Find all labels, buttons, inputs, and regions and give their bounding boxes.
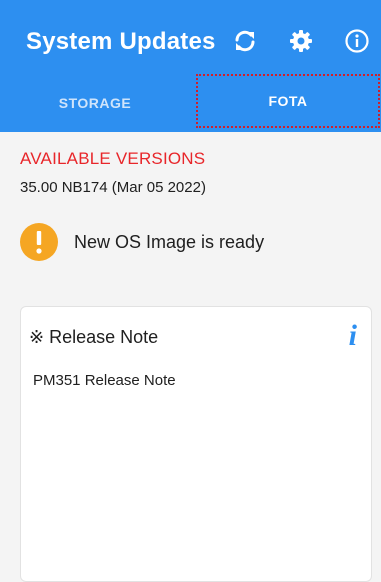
gear-icon [288, 28, 314, 59]
about-button[interactable] [340, 26, 374, 60]
tab-fota[interactable]: FOTA [196, 74, 380, 128]
refresh-button[interactable] [228, 26, 262, 60]
refresh-icon [232, 28, 258, 59]
tab-bar: STORAGE FOTA [0, 74, 381, 132]
notice-text: New OS Image is ready [74, 232, 265, 252]
info-circle-icon [344, 28, 370, 59]
settings-button[interactable] [284, 26, 318, 60]
section-heading: AVAILABLE VERSIONS [20, 149, 206, 168]
page-title: System Updates [26, 28, 216, 55]
tab-storage[interactable]: STORAGE [0, 74, 190, 132]
info-italic-icon[interactable]: i [349, 321, 357, 351]
app-bar: System Updates STORAGE FOTA [0, 0, 381, 132]
exclamation-icon [20, 223, 58, 261]
version-item[interactable]: 35.00 NB174 (Mar 05 2022) [20, 179, 206, 196]
release-note-card: ※ Release Note i PM351 Release Note [20, 306, 372, 582]
release-note-body: PM351 Release Note [33, 372, 176, 389]
release-note-title: ※ Release Note [29, 327, 159, 347]
